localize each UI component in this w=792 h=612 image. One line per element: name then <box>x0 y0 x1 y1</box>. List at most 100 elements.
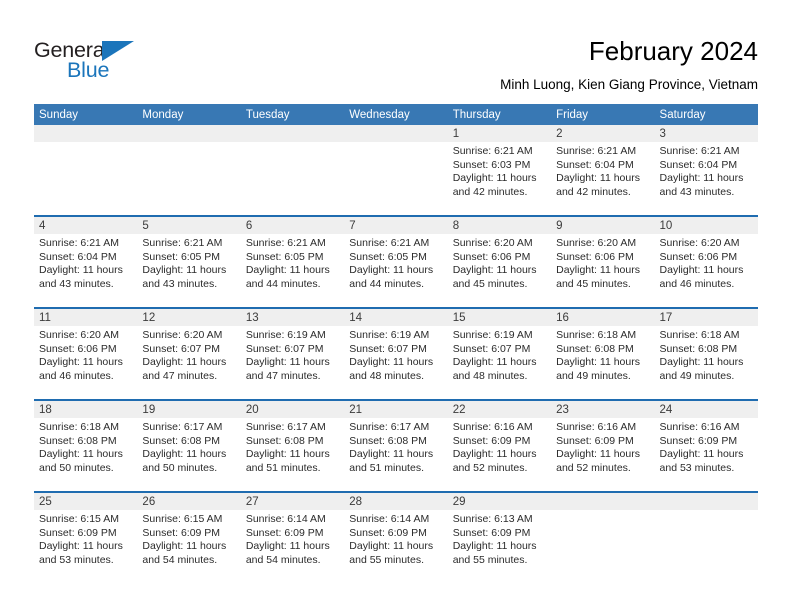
weekday-header-monday: Monday <box>142 108 184 121</box>
calendar-page: General Blue February 2024 Minh Luong, K… <box>0 0 792 612</box>
day-cell-18[interactable]: Sunrise: 6:18 AM Sunset: 6:08 PM Daylight:… <box>34 418 137 491</box>
day-info-line: Sunset: 6:09 PM <box>452 434 531 447</box>
day-info-line: Sunset: 6:08 PM <box>659 342 738 355</box>
day-cell-12[interactable]: Sunrise: 6:20 AM Sunset: 6:07 PM Daylight:… <box>137 326 240 399</box>
day-info-line: Sunset: 6:08 PM <box>142 434 221 447</box>
day-number-24[interactable]: 24 <box>655 401 758 418</box>
day-cell-2[interactable]: Sunrise: 6:21 AM Sunset: 6:04 PM Daylight:… <box>551 142 654 215</box>
day-cell-7[interactable]: Sunrise: 6:21 AM Sunset: 6:05 PM Daylight:… <box>344 234 447 307</box>
day-number-18[interactable]: 18 <box>34 401 137 418</box>
day-cell-27[interactable]: Sunrise: 6:14 AM Sunset: 6:09 PM Daylight:… <box>241 510 344 583</box>
day-info-line: Daylight: 11 hours <box>142 448 227 461</box>
day-info-line: and 42 minutes. <box>556 185 631 198</box>
logo-text-blue: Blue <box>67 58 110 82</box>
day-cell-29[interactable]: Sunrise: 6:13 AM Sunset: 6:09 PM Daylight:… <box>448 510 551 583</box>
day-info-line: and 54 minutes. <box>245 553 321 566</box>
day-cell-23[interactable]: Sunrise: 6:16 AM Sunset: 6:09 PM Daylight:… <box>551 418 654 491</box>
weekday-header-saturday: Saturday <box>659 108 706 121</box>
day-info-line: Daylight: 11 hours <box>452 448 537 461</box>
day-cell-21[interactable]: Sunrise: 6:17 AM Sunset: 6:08 PM Daylight:… <box>344 418 447 491</box>
day-number-22[interactable]: 22 <box>448 401 551 418</box>
day-number-12[interactable]: 12 <box>137 309 240 326</box>
day-info-line: and 55 minutes. <box>349 553 424 566</box>
day-info-line: Daylight: 11 hours <box>39 264 123 277</box>
day-cell-14[interactable]: Sunrise: 6:19 AM Sunset: 6:07 PM Daylight:… <box>344 326 447 399</box>
day-info-line: and 52 minutes. <box>556 461 631 474</box>
day-cell-empty <box>551 510 654 583</box>
day-number-5[interactable]: 5 <box>137 217 240 234</box>
day-info-line: Daylight: 11 hours <box>245 264 330 277</box>
day-info-line: Daylight: 11 hours <box>349 540 434 553</box>
day-number-16[interactable]: 16 <box>551 309 654 326</box>
day-number-17[interactable]: 17 <box>655 309 758 326</box>
day-info-line: Sunrise: 6:18 AM <box>556 329 637 341</box>
day-number-3[interactable]: 3 <box>655 125 758 142</box>
day-cell-24[interactable]: Sunrise: 6:16 AM Sunset: 6:09 PM Daylight:… <box>655 418 758 491</box>
day-cell-4[interactable]: Sunrise: 6:21 AM Sunset: 6:04 PM Daylight:… <box>34 234 137 307</box>
day-cell-5[interactable]: Sunrise: 6:21 AM Sunset: 6:05 PM Daylight:… <box>137 234 240 307</box>
day-info-line: and 49 minutes. <box>556 369 631 382</box>
day-cell-28[interactable]: Sunrise: 6:14 AM Sunset: 6:09 PM Daylight:… <box>344 510 447 583</box>
day-info-line: Sunset: 6:09 PM <box>556 434 634 447</box>
day-cell-6[interactable]: Sunrise: 6:21 AM Sunset: 6:05 PM Daylight:… <box>241 234 344 307</box>
day-number-19[interactable]: 19 <box>137 401 240 418</box>
day-number-23[interactable]: 23 <box>551 401 654 418</box>
day-number-empty <box>344 125 447 142</box>
day-number-4[interactable]: 4 <box>34 217 137 234</box>
week-daynumber-band: 18 19 20 21 22 23 24 <box>34 401 758 418</box>
day-info-line: Sunrise: 6:21 AM <box>349 237 430 249</box>
day-number-11[interactable]: 11 <box>34 309 137 326</box>
day-info-line: Sunrise: 6:16 AM <box>659 421 740 433</box>
day-number-21[interactable]: 21 <box>344 401 447 418</box>
day-number-10[interactable]: 10 <box>655 217 758 234</box>
day-number-20[interactable]: 20 <box>241 401 344 418</box>
day-cell-17[interactable]: Sunrise: 6:18 AM Sunset: 6:08 PM Daylight:… <box>655 326 758 399</box>
day-cell-22[interactable]: Sunrise: 6:16 AM Sunset: 6:09 PM Daylight:… <box>448 418 551 491</box>
day-info-line: Daylight: 11 hours <box>556 448 640 461</box>
day-number-1[interactable]: 1 <box>448 125 551 142</box>
day-cell-16[interactable]: Sunrise: 6:18 AM Sunset: 6:08 PM Daylight:… <box>551 326 654 399</box>
day-cell-3[interactable]: Sunrise: 6:21 AM Sunset: 6:04 PM Daylight:… <box>655 142 758 215</box>
day-number-6[interactable]: 6 <box>241 217 344 234</box>
general-blue-logo: General Blue <box>34 39 174 86</box>
day-number-29[interactable]: 29 <box>448 493 551 510</box>
day-number-15[interactable]: 15 <box>448 309 551 326</box>
day-cell-8[interactable]: Sunrise: 6:20 AM Sunset: 6:06 PM Daylight:… <box>448 234 551 307</box>
weekday-header-friday: Friday <box>556 108 589 121</box>
day-cell-13[interactable]: Sunrise: 6:19 AM Sunset: 6:07 PM Daylight:… <box>241 326 344 399</box>
weekday-header-tuesday: Tuesday <box>245 108 290 121</box>
day-number-26[interactable]: 26 <box>137 493 240 510</box>
day-info-line: Sunset: 6:09 PM <box>659 434 738 447</box>
day-cell-9[interactable]: Sunrise: 6:20 AM Sunset: 6:06 PM Daylight:… <box>551 234 654 307</box>
day-number-27[interactable]: 27 <box>241 493 344 510</box>
day-info-line: Sunrise: 6:17 AM <box>349 421 430 433</box>
day-cell-25[interactable]: Sunrise: 6:15 AM Sunset: 6:09 PM Daylight:… <box>34 510 137 583</box>
day-cell-10[interactable]: Sunrise: 6:20 AM Sunset: 6:06 PM Daylight:… <box>655 234 758 307</box>
day-info-line: Sunset: 6:08 PM <box>245 434 324 447</box>
calendar-week-row: 11 12 13 14 15 16 17 Sunrise: 6:20 AM Sunset: 6:… <box>34 307 758 399</box>
day-number-2[interactable]: 2 <box>551 125 654 142</box>
day-info-line: Daylight: 11 hours <box>39 448 123 461</box>
week-detail-band: Sunrise: 6:18 AM Sunset: 6:08 PM Daylight:… <box>34 418 758 491</box>
day-number-8[interactable]: 8 <box>448 217 551 234</box>
day-info-line: Daylight: 11 hours <box>245 356 330 369</box>
day-info-line: Daylight: 11 hours <box>556 356 640 369</box>
day-cell-26[interactable]: Sunrise: 6:15 AM Sunset: 6:09 PM Daylight:… <box>137 510 240 583</box>
day-cell-11[interactable]: Sunrise: 6:20 AM Sunset: 6:06 PM Daylight:… <box>34 326 137 399</box>
day-info-line: Sunrise: 6:21 AM <box>556 145 637 157</box>
day-info-line: Daylight: 11 hours <box>659 264 744 277</box>
day-number-9[interactable]: 9 <box>551 217 654 234</box>
day-cell-20[interactable]: Sunrise: 6:17 AM Sunset: 6:08 PM Daylight:… <box>241 418 344 491</box>
day-cell-1[interactable]: Sunrise: 6:21 AM Sunset: 6:03 PM Daylight:… <box>448 142 551 215</box>
day-number-25[interactable]: 25 <box>34 493 137 510</box>
day-cell-19[interactable]: Sunrise: 6:17 AM Sunset: 6:08 PM Daylight:… <box>137 418 240 491</box>
day-number-7[interactable]: 7 <box>344 217 447 234</box>
day-info-line: and 43 minutes. <box>39 277 114 290</box>
day-number-13[interactable]: 13 <box>241 309 344 326</box>
day-number-28[interactable]: 28 <box>344 493 447 510</box>
day-info-line: Daylight: 11 hours <box>452 172 537 185</box>
day-info-line: Daylight: 11 hours <box>39 540 123 553</box>
day-number-14[interactable]: 14 <box>344 309 447 326</box>
day-info-line: Sunrise: 6:21 AM <box>452 145 533 157</box>
day-cell-15[interactable]: Sunrise: 6:19 AM Sunset: 6:07 PM Daylight:… <box>448 326 551 399</box>
